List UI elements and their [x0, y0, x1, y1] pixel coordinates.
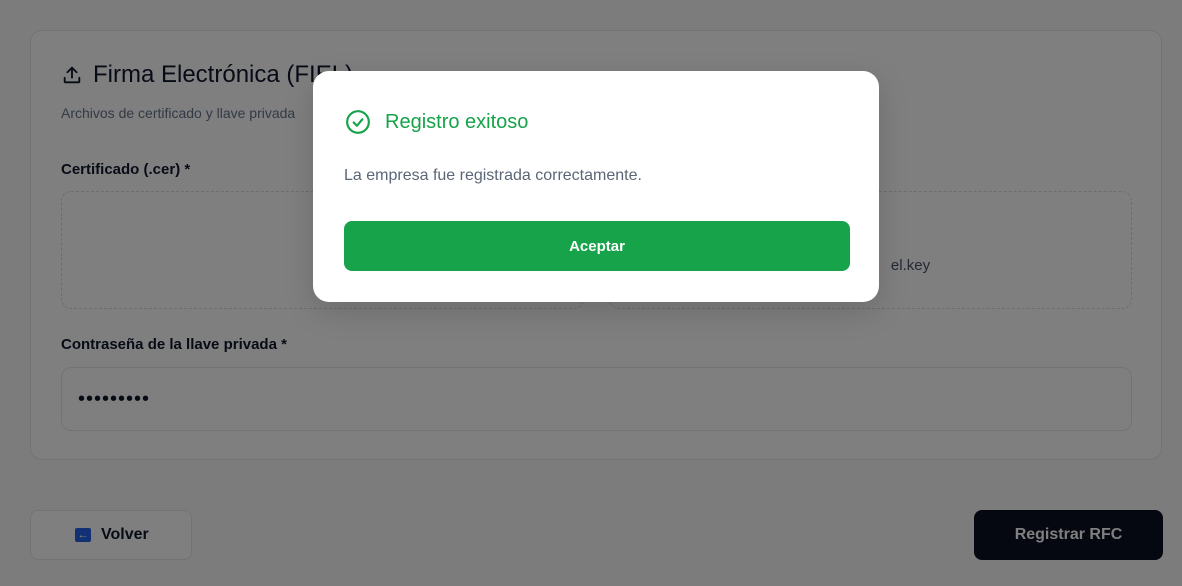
- modal-message: La empresa fue registrada correctamente.: [344, 167, 642, 184]
- check-circle-icon: [346, 110, 370, 134]
- modal-title: Registro exitoso: [345, 109, 528, 135]
- modal-title-text: Registro exitoso: [385, 110, 529, 133]
- success-modal: Registro exitoso La empresa fue registra…: [313, 71, 879, 302]
- accept-button-label: Aceptar: [569, 237, 625, 255]
- accept-button[interactable]: Aceptar: [344, 221, 850, 271]
